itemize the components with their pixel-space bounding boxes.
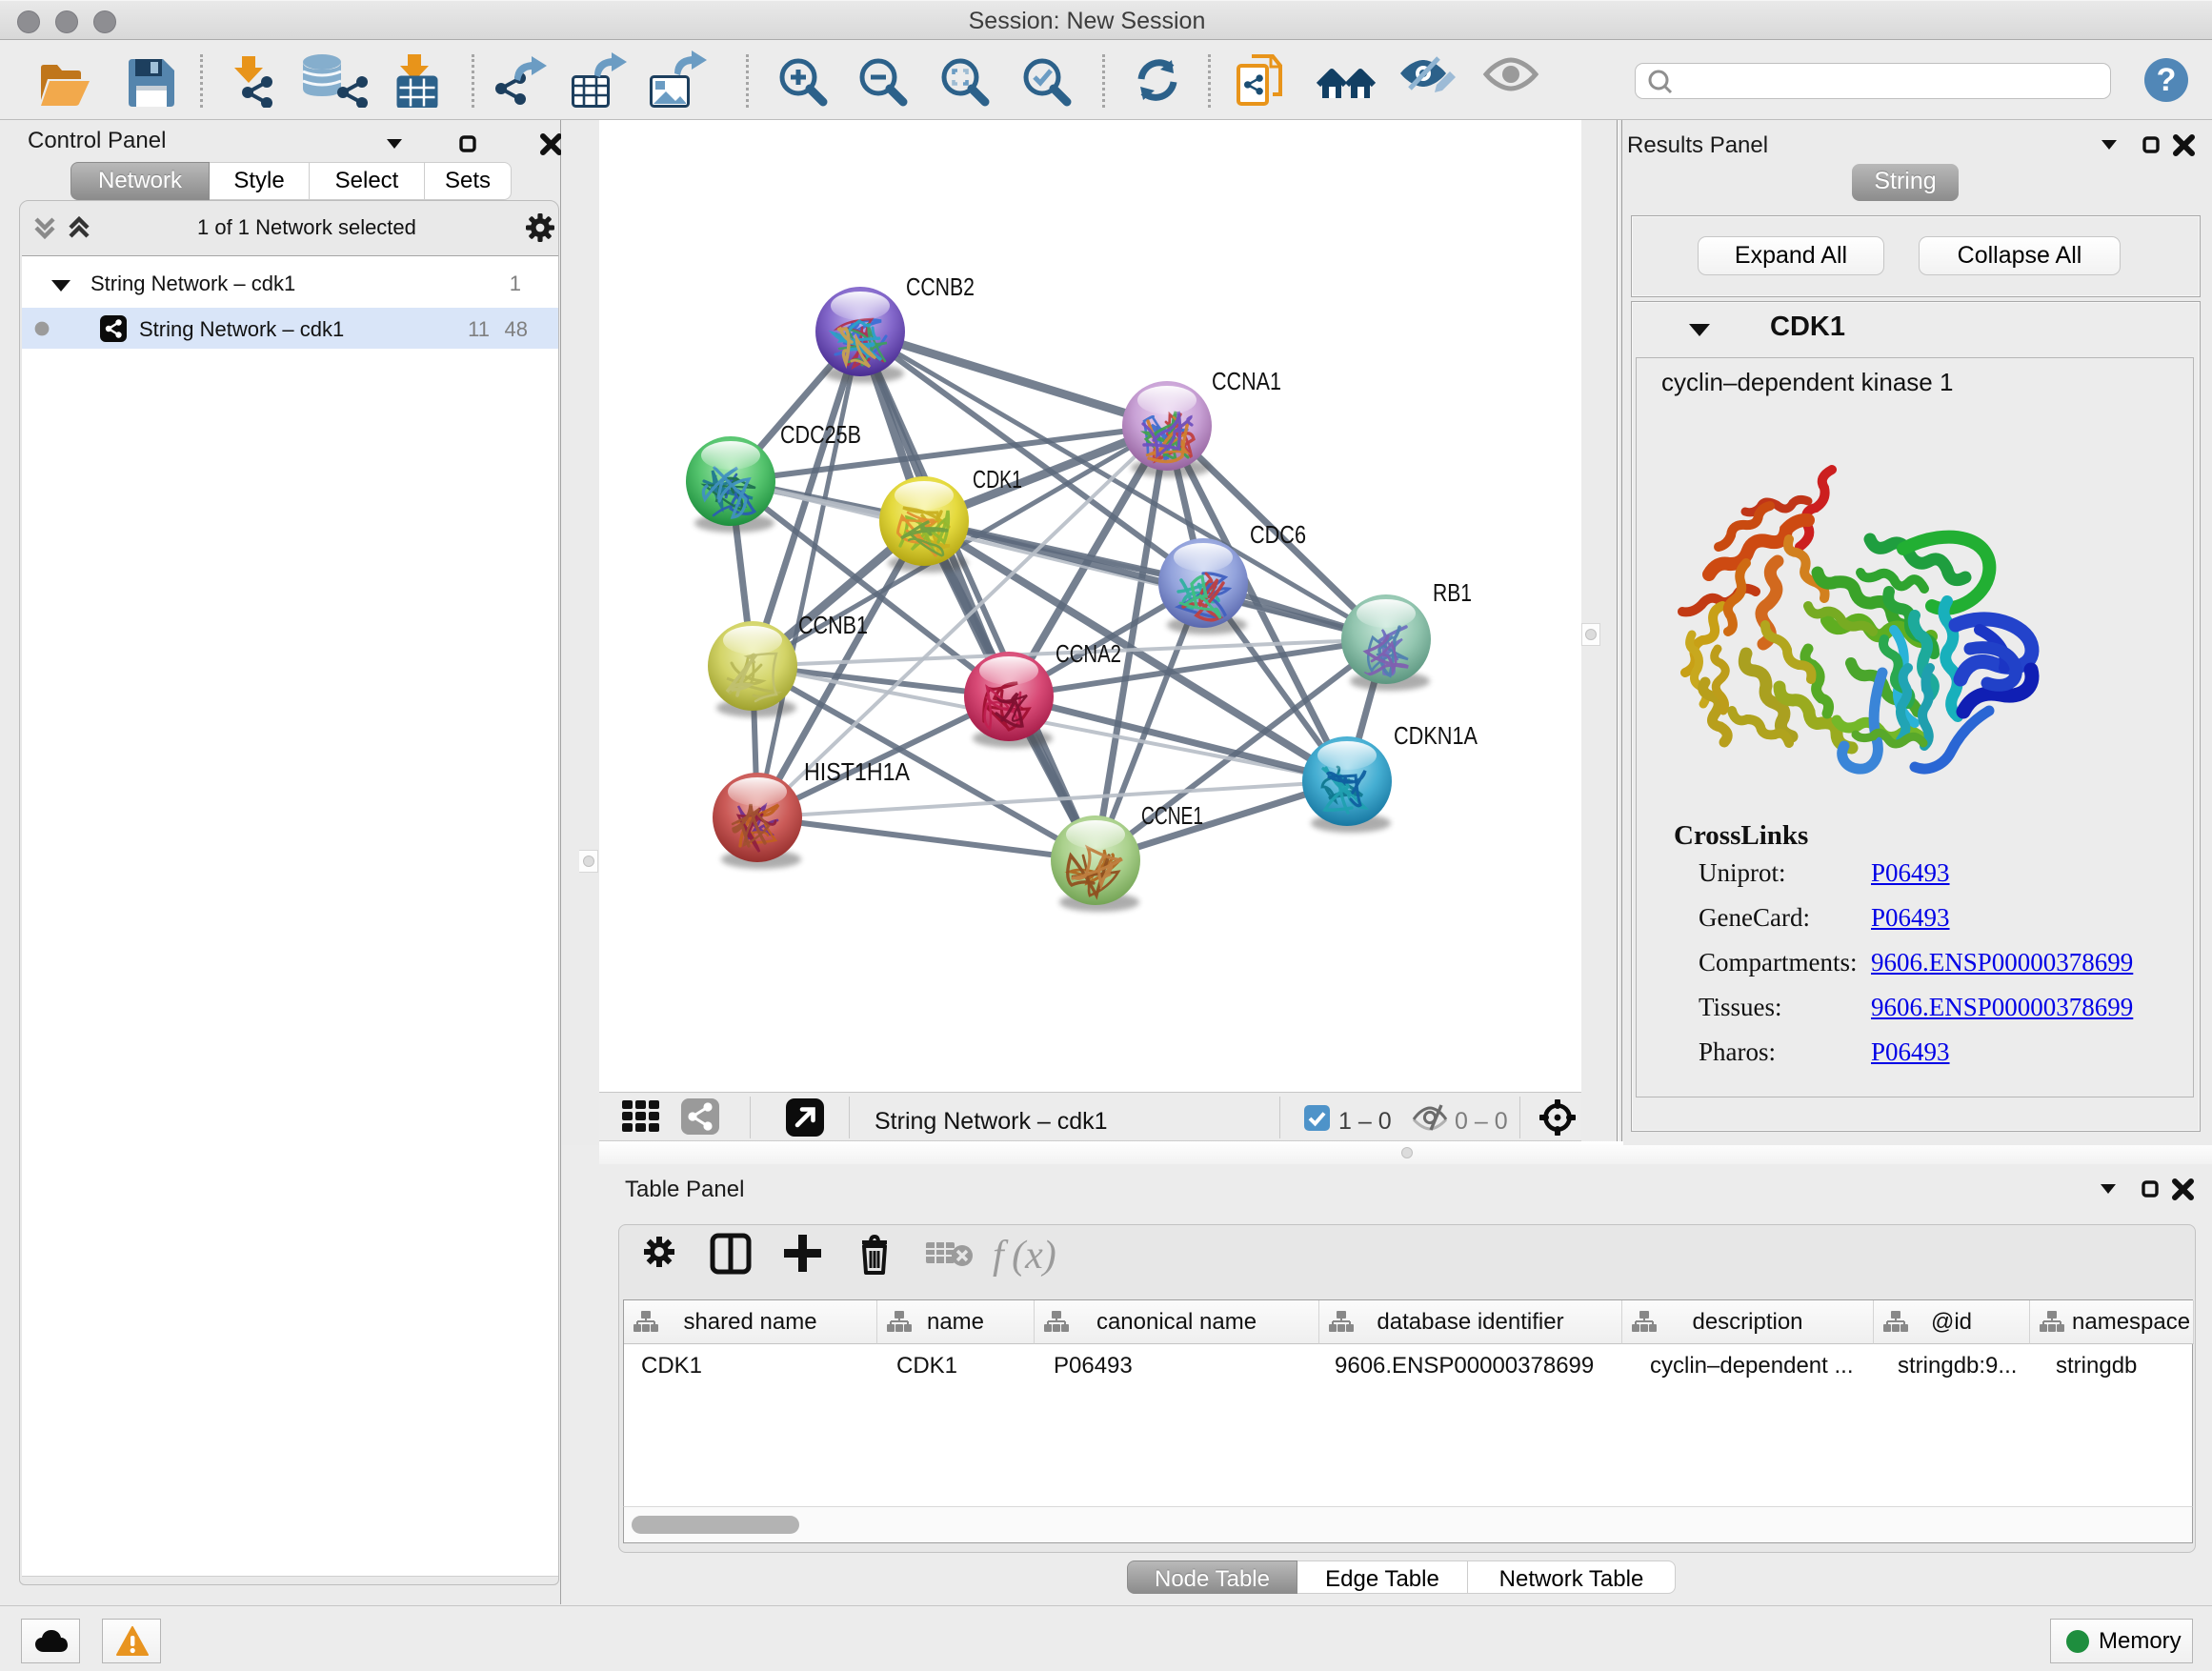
svg-text:CCNB1: CCNB1 [798, 611, 868, 639]
svg-text:HIST1H1A: HIST1H1A [804, 757, 911, 786]
svg-text:CCNA1: CCNA1 [1212, 367, 1281, 395]
svg-text:CCNE1: CCNE1 [1141, 801, 1203, 830]
svg-text:CDC6: CDC6 [1250, 520, 1306, 549]
svg-text:CCNA2: CCNA2 [1056, 639, 1121, 668]
svg-text:CDK1: CDK1 [973, 465, 1022, 493]
svg-text:CDC25B: CDC25B [780, 420, 861, 449]
svg-text:CDKN1A: CDKN1A [1394, 721, 1478, 750]
svg-text:RB1: RB1 [1433, 578, 1472, 607]
svg-text:f (x): f (x) [993, 1234, 1056, 1278]
svg-text:CCNB2: CCNB2 [906, 272, 975, 301]
